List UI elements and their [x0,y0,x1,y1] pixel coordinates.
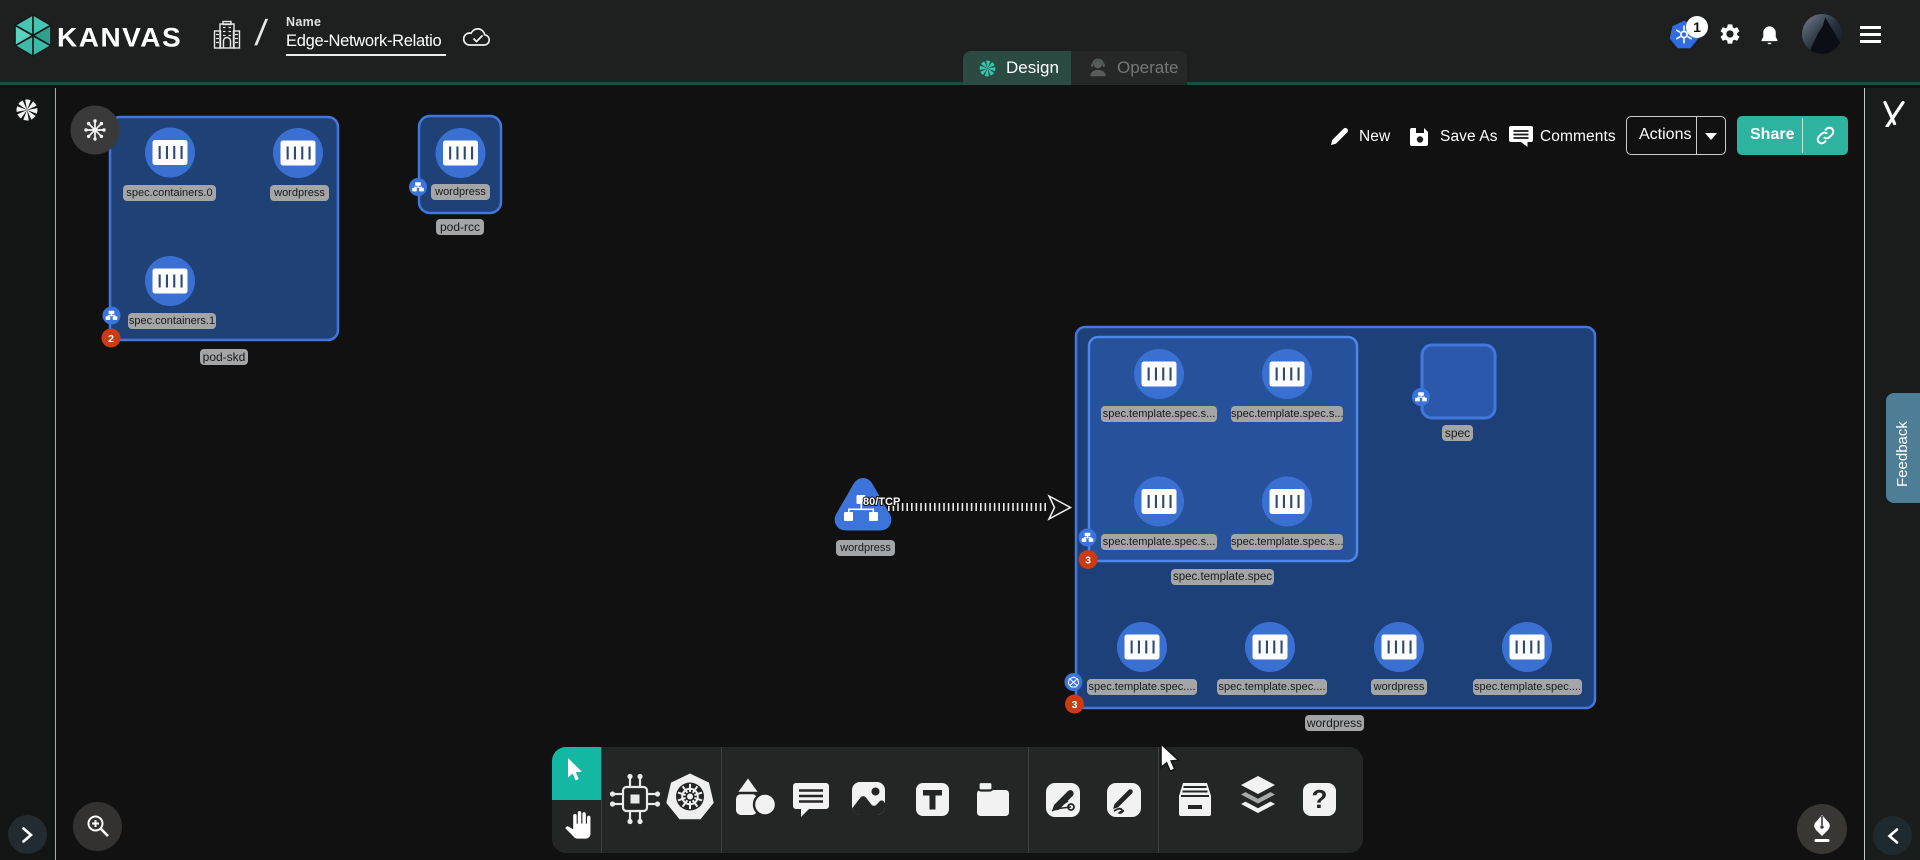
svg-text:3: 3 [1085,554,1091,566]
svg-text:?: ? [1312,784,1328,814]
svg-text:80/TCP: 80/TCP [863,496,900,508]
svg-text:2: 2 [108,333,114,345]
svg-text:3: 3 [1072,699,1078,711]
